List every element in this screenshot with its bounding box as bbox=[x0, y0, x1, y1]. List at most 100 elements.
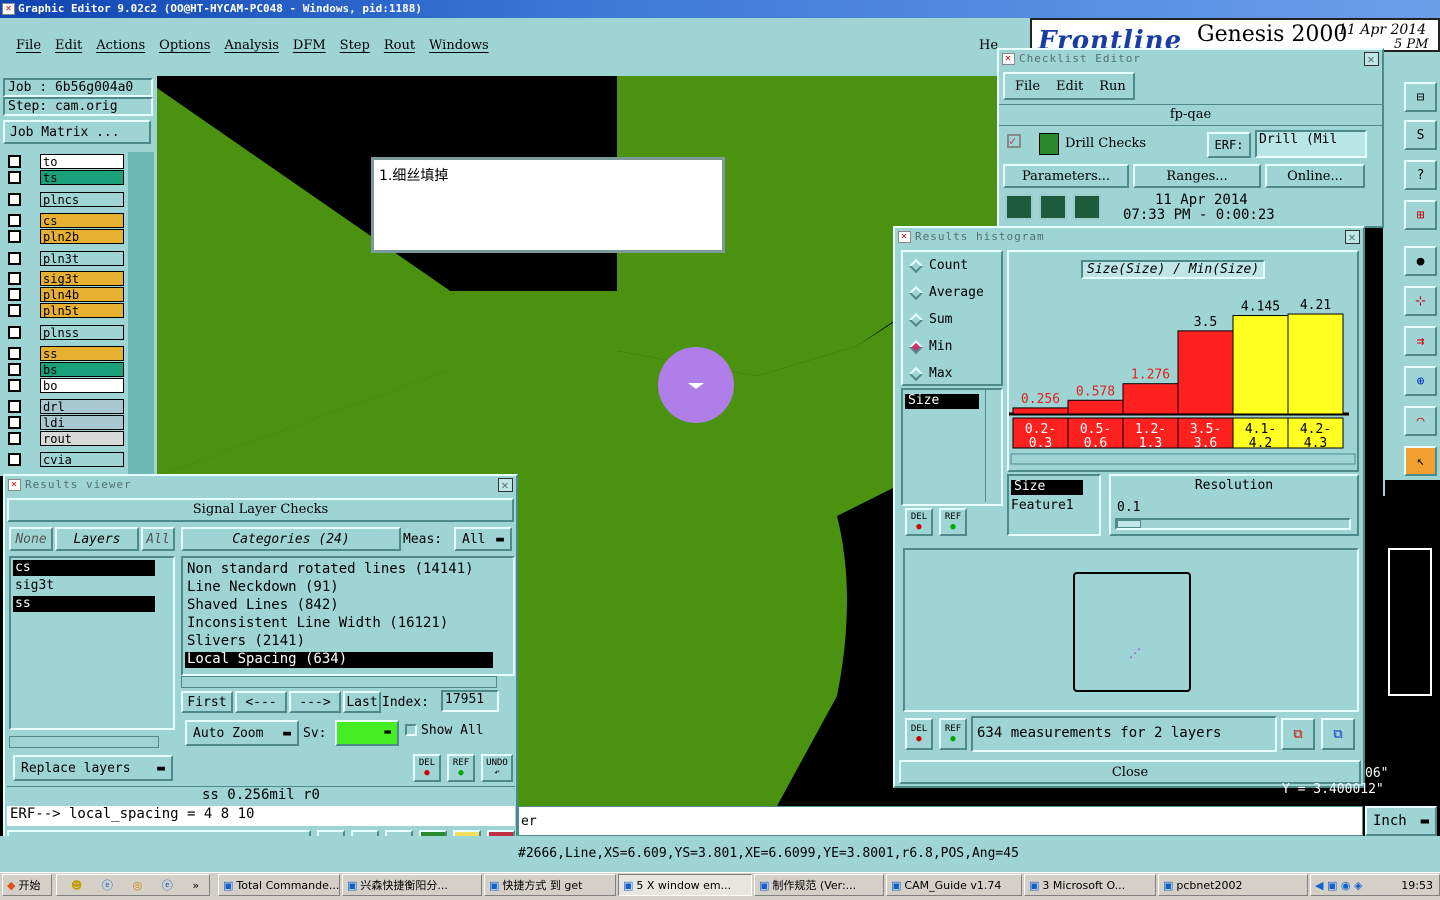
taskbar-item[interactable]: ▣ 快捷方式 到 get bbox=[484, 874, 616, 896]
layer-name[interactable]: drl bbox=[40, 399, 124, 414]
shape-icon[interactable]: ⊕ bbox=[1404, 366, 1437, 396]
arc-icon[interactable]: ◠ bbox=[1404, 406, 1437, 436]
ref-button[interactable]: REF ● bbox=[939, 508, 967, 536]
mode-count[interactable]: Count bbox=[908, 258, 968, 273]
layer-checkbox[interactable] bbox=[8, 379, 21, 392]
radio-icon[interactable] bbox=[908, 366, 924, 381]
menu-item-actions[interactable]: Actions bbox=[96, 38, 145, 53]
layer-name[interactable]: pln5t bbox=[40, 303, 124, 318]
layer-row-ss[interactable]: ss bbox=[8, 346, 126, 361]
size-item[interactable]: Size bbox=[1011, 480, 1083, 495]
close-icon[interactable]: ✕ bbox=[1364, 52, 1379, 66]
layer-checkbox[interactable] bbox=[8, 363, 21, 376]
close-icon[interactable]: ✕ bbox=[498, 478, 513, 492]
layer-checkbox[interactable] bbox=[8, 272, 21, 285]
layer-checkbox[interactable] bbox=[8, 230, 21, 243]
layer-name[interactable]: ss bbox=[40, 346, 124, 361]
layer-row-pln3t[interactable]: pln3t bbox=[8, 251, 126, 266]
taskbar-item[interactable]: ▣ Total Commande... bbox=[218, 874, 340, 896]
rv-ref-button[interactable]: REF ● bbox=[447, 754, 475, 782]
meas-dropdown[interactable]: All ▬ bbox=[454, 527, 512, 551]
next-button[interactable]: ---> bbox=[289, 691, 341, 713]
taskbar-item[interactable]: ▣ 制作规范 (Ver:... bbox=[754, 874, 884, 896]
layer-name[interactable]: cs bbox=[40, 213, 124, 228]
radio-icon[interactable] bbox=[908, 339, 924, 354]
mode-max[interactable]: Max bbox=[908, 366, 952, 381]
layer-row-pln5t[interactable]: pln5t bbox=[8, 303, 126, 318]
layer-row-plnss[interactable]: plnss bbox=[8, 325, 126, 340]
snap-icon[interactable]: ⊹ bbox=[1404, 286, 1437, 316]
parameters-button[interactable]: Parameters... bbox=[1003, 164, 1129, 188]
ref-button-bottom[interactable]: REF ● bbox=[939, 718, 967, 750]
layer-name[interactable]: plncs bbox=[40, 192, 124, 207]
start-button[interactable]: ◆ 开始 bbox=[2, 874, 52, 896]
run-icon[interactable] bbox=[1005, 194, 1033, 220]
menu-item-dfm[interactable]: DFM bbox=[293, 38, 326, 53]
resolution-slider[interactable] bbox=[1115, 518, 1351, 530]
layer-checkbox[interactable] bbox=[8, 326, 21, 339]
layer-row-bs[interactable]: bs bbox=[8, 362, 126, 377]
last-button[interactable]: Last bbox=[343, 691, 381, 713]
run-all-icon[interactable] bbox=[1039, 194, 1067, 220]
layer-checkbox[interactable] bbox=[8, 304, 21, 317]
layer-name[interactable]: to bbox=[40, 154, 124, 169]
rv-undo-button[interactable]: UNDO ↶ bbox=[481, 754, 513, 782]
layer-checkbox[interactable] bbox=[8, 453, 21, 466]
erf-label[interactable]: ERF: bbox=[1207, 132, 1251, 158]
histogram-scrollbar[interactable] bbox=[1371, 228, 1385, 728]
layers-button[interactable]: Layers bbox=[55, 527, 139, 551]
ranges-button[interactable]: Ranges... bbox=[1133, 164, 1261, 188]
mode-sum[interactable]: Sum bbox=[908, 312, 952, 327]
layer-row-ts[interactable]: ts bbox=[8, 170, 126, 185]
layer-row-bo[interactable]: bo bbox=[8, 378, 126, 393]
layer-row-pln4b[interactable]: pln4b bbox=[8, 287, 126, 302]
layer-checkbox[interactable] bbox=[8, 214, 21, 227]
result-layer-item[interactable]: cs bbox=[13, 560, 155, 576]
run-stop-icon[interactable] bbox=[1073, 194, 1101, 220]
category-item[interactable]: Inconsistent Line Width (16121) bbox=[185, 616, 493, 632]
tray-icons[interactable]: ◀ ▣ ◉ ◈ bbox=[1315, 879, 1362, 892]
layer-checkbox[interactable] bbox=[8, 288, 21, 301]
layer-row-sig3t[interactable]: sig3t bbox=[8, 271, 126, 286]
layer-name[interactable]: pln3t bbox=[40, 251, 124, 266]
none-button[interactable]: None bbox=[9, 527, 53, 551]
layer-checkbox[interactable] bbox=[8, 193, 21, 206]
result-layer-item[interactable]: ss bbox=[13, 596, 155, 612]
layer-name[interactable]: bs bbox=[40, 362, 124, 377]
taskbar-item[interactable]: ▣ 3 Microsoft O... bbox=[1024, 874, 1156, 896]
replace-layers-dropdown[interactable]: Replace layers ▬ bbox=[13, 755, 173, 781]
check-row[interactable]: ✓ Drill Checks ERF: Drill (Mil bbox=[1003, 130, 1373, 160]
measure-scrollbar[interactable] bbox=[985, 390, 999, 502]
layer-hscroll[interactable] bbox=[9, 736, 159, 748]
menu-item-windows[interactable]: Windows bbox=[429, 38, 489, 53]
measure-icon[interactable]: ⊞ bbox=[1404, 200, 1437, 230]
rv-del-button[interactable]: DEL ● bbox=[413, 754, 441, 782]
menu-item-file[interactable]: File bbox=[16, 38, 41, 53]
layer-row-cs[interactable]: cs bbox=[8, 213, 126, 228]
app-icon[interactable]: ◎ bbox=[133, 879, 143, 892]
layer-checkbox[interactable] bbox=[8, 155, 21, 168]
layer-name[interactable]: pln2b bbox=[40, 229, 124, 244]
layer-checkbox[interactable] bbox=[8, 432, 21, 445]
layer-name[interactable]: sig3t bbox=[40, 271, 124, 286]
layer-name[interactable]: ts bbox=[40, 170, 124, 185]
del-button-bottom[interactable]: DEL ● bbox=[905, 718, 933, 750]
layer-name[interactable]: rout bbox=[40, 431, 124, 446]
check-enabled-icon[interactable]: ✓ bbox=[1007, 134, 1021, 148]
radio-icon[interactable] bbox=[908, 285, 924, 300]
radio-icon[interactable] bbox=[908, 312, 924, 327]
sv-color-dropdown[interactable]: ▬ bbox=[335, 720, 399, 746]
menu-item-rout[interactable]: Rout bbox=[384, 38, 415, 53]
route-icon[interactable]: S bbox=[1404, 120, 1437, 150]
category-hscroll[interactable] bbox=[181, 676, 497, 688]
mode-min[interactable]: Min bbox=[908, 339, 952, 354]
layer-row-plncs[interactable]: plncs bbox=[8, 192, 126, 207]
category-item[interactable]: Local Spacing (634) bbox=[185, 652, 493, 668]
all-button[interactable]: All bbox=[141, 527, 175, 551]
histogram-close-button[interactable]: Close bbox=[899, 760, 1361, 784]
more-icon[interactable]: » bbox=[192, 879, 199, 892]
layer-name[interactable]: pln4b bbox=[40, 287, 124, 302]
menu-item-step[interactable]: Step bbox=[340, 38, 370, 53]
category-item[interactable]: Non standard rotated lines (14141) bbox=[185, 562, 493, 578]
first-button[interactable]: First bbox=[181, 691, 233, 713]
